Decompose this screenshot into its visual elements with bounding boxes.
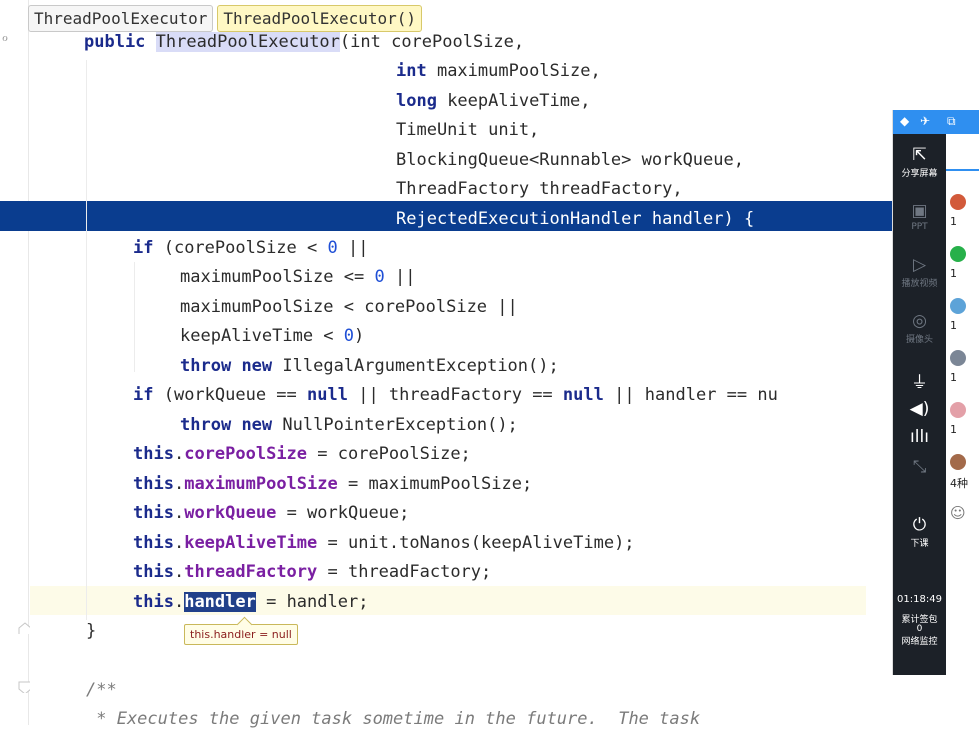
network-monitor-label[interactable]: 网络监控: [893, 634, 946, 647]
indent-guide: [86, 60, 87, 620]
end-class-icon: ⏻: [912, 515, 927, 535]
code-line-18: this.keepAliveTime = unit.toNanos(keepAl…: [133, 533, 635, 553]
code-line-3: long keepAliveTime,: [396, 91, 591, 111]
code-line-9: maximumPoolSize <= 0 ||: [180, 267, 416, 287]
code-line-4: TimeUnit unit,: [396, 120, 540, 140]
code-line-20: this.handler = handler;: [133, 592, 369, 612]
microphone-icon: ⏚: [911, 373, 928, 393]
fold-start-icon[interactable]: [18, 681, 30, 693]
fullscreen-icon: ⤡: [912, 457, 927, 477]
plane-icon[interactable]: ✈: [920, 114, 930, 128]
code-line-24: * Executes the given task sometime in th…: [86, 709, 701, 729]
fullscreen-button[interactable]: ⤡: [893, 456, 946, 478]
chat-item[interactable]: 1: [950, 298, 979, 332]
avatar: [950, 246, 966, 262]
code-line-21: }: [86, 621, 97, 641]
code-line-15: this.corePoolSize = corePoolSize;: [133, 444, 471, 464]
class-timer: 01:18:49: [897, 594, 942, 605]
avatar: [950, 350, 966, 366]
avatar: [950, 194, 966, 210]
volume-meter-button[interactable]: ıllı: [893, 426, 946, 448]
emoji-icon[interactable]: ☺: [950, 504, 979, 522]
editor-gutter: ℴ: [0, 0, 35, 725]
code-line-12: throw new IllegalArgumentException();: [180, 356, 559, 376]
code-line-14: throw new NullPointerException();: [180, 415, 518, 435]
share-screen-icon: ⇱: [912, 145, 927, 165]
chat-item[interactable]: 1: [950, 402, 979, 436]
avatar: [950, 402, 966, 418]
indent-guide: [134, 262, 135, 372]
red-packet-count: 0: [916, 624, 923, 634]
ppt-button[interactable]: ▣ PPT: [893, 200, 946, 232]
chat-list[interactable]: 1 1 1 1 1 4种 ☺: [946, 134, 979, 675]
code-line-1: public ThreadPoolExecutor(int corePoolSi…: [84, 32, 525, 52]
code-line-2: int maximumPoolSize,: [396, 61, 601, 81]
code-line-19: this.threadFactory = threadFactory;: [133, 562, 492, 582]
debug-value-tooltip: this.handler = null: [184, 624, 298, 645]
play-video-button[interactable]: ▷ 播放视频: [893, 254, 946, 289]
code-line-17: this.workQueue = workQueue;: [133, 503, 410, 523]
fold-end-icon[interactable]: [18, 622, 30, 634]
chat-item[interactable]: 1: [950, 350, 979, 384]
code-line-11: keepAliveTime < 0): [180, 326, 365, 346]
code-line-23: /**: [86, 680, 117, 700]
chat-item[interactable]: 1: [950, 246, 979, 280]
pin-icon[interactable]: ◆: [900, 114, 909, 128]
microphone-button[interactable]: ⏚: [893, 372, 946, 394]
override-marker-icon[interactable]: ℴ: [0, 30, 30, 45]
popout-icon[interactable]: ⧉: [947, 114, 956, 129]
share-screen-button[interactable]: ⇱ 分享屏幕: [893, 144, 946, 179]
code-line-13: if (workQueue == null || threadFactory =…: [133, 385, 778, 405]
code-line-16: this.maximumPoolSize = maximumPoolSize;: [133, 474, 533, 494]
speaker-button[interactable]: ◀): [893, 398, 946, 420]
camera-icon: ◎: [912, 311, 927, 331]
speaker-icon: ◀): [909, 399, 930, 419]
code-line-10: maximumPoolSize < corePoolSize ||: [180, 297, 518, 317]
volume-meter-icon: ıllı: [910, 427, 929, 447]
code-line-8: if (corePoolSize < 0 ||: [133, 238, 369, 258]
ppt-icon: ▣: [911, 201, 928, 221]
code-line-5: BlockingQueue<Runnable> workQueue,: [396, 150, 744, 170]
panel-header: ◆ ✈ ⧉: [893, 110, 979, 134]
selected-word[interactable]: handler: [184, 592, 256, 612]
panel-toolbar: ⇱ 分享屏幕 ▣ PPT ▷ 播放视频 ◎ 摄像头 ⏚ ◀) ıllı ⤡ ⏻ …: [893, 134, 946, 675]
avatar: [950, 454, 966, 470]
play-video-icon: ▷: [912, 255, 927, 275]
screen-share-panel: ◆ ✈ ⧉ ⇱ 分享屏幕 ▣ PPT ▷ 播放视频 ◎ 摄像头 ⏚ ◀) ıll…: [892, 110, 979, 675]
chat-item[interactable]: 1: [950, 194, 979, 228]
camera-button[interactable]: ◎ 摄像头: [893, 310, 946, 345]
chat-divider: [946, 169, 979, 171]
chat-item[interactable]: 4种: [950, 454, 979, 491]
avatar: [950, 298, 966, 314]
code-line-7-selected: RejectedExecutionHandler handler) {: [396, 209, 755, 229]
code-line-6: ThreadFactory threadFactory,: [396, 179, 683, 199]
end-class-button[interactable]: ⏻ 下课: [893, 514, 946, 549]
